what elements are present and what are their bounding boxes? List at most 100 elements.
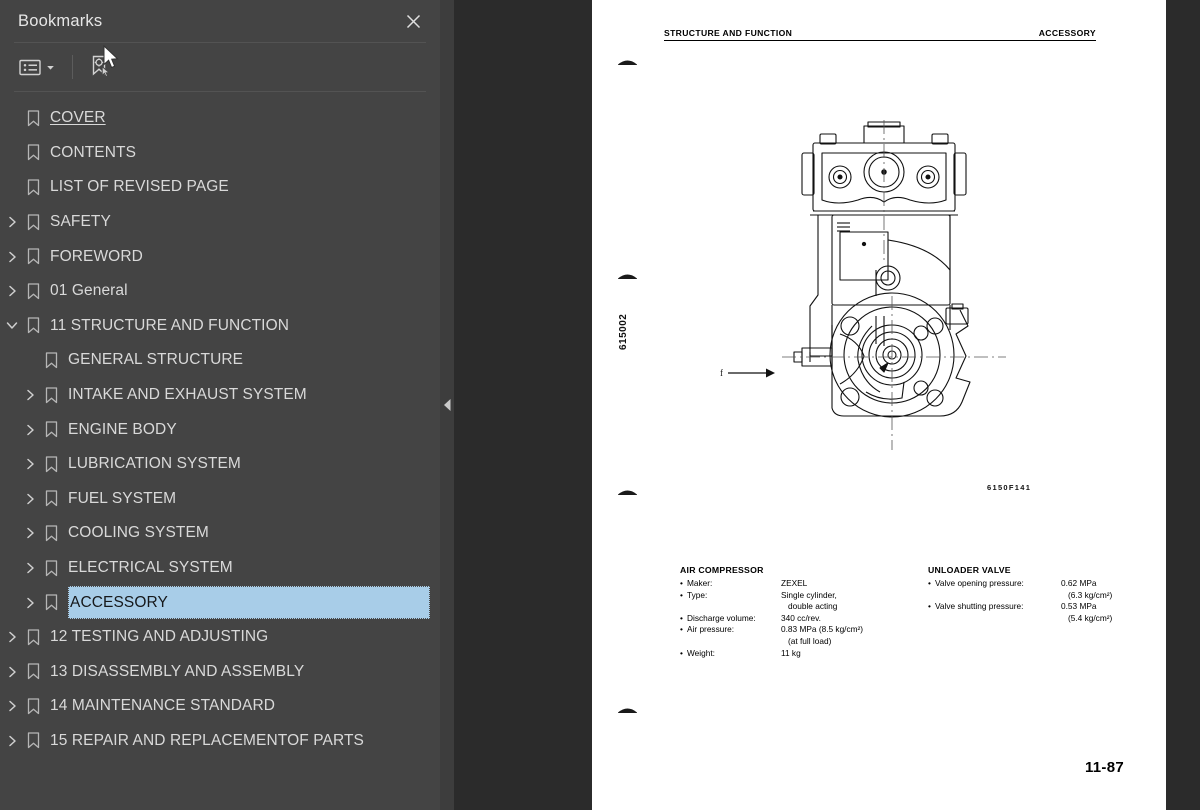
bookmark-item-01-general[interactable]: 01 General — [0, 274, 440, 309]
chevron-down-icon — [47, 65, 54, 70]
spec-bullet: • — [680, 647, 683, 658]
panel-title: Bookmarks — [18, 11, 103, 30]
bookmark-icon — [40, 525, 62, 542]
toolbar-separator — [72, 55, 73, 79]
bookmark-item-lubrication-system[interactable]: LUBRICATION SYSTEM — [0, 447, 440, 482]
spec-title: AIR COMPRESSOR — [680, 565, 764, 575]
bookmark-icon — [40, 386, 62, 404]
options-list-icon — [19, 59, 41, 75]
bookmark-label: COVER — [50, 109, 106, 127]
spec-row: (6.3 kg/cm²) — [928, 590, 1112, 602]
air-compressor-spec-block: AIR COMPRESSOR • Maker: ZEXEL • Type: Single … — [680, 565, 863, 659]
bookmark-item-engine-body[interactable]: ENGINE BODY — [0, 412, 440, 447]
bookmark-item-accessory[interactable]: ACCESSORY — [0, 585, 440, 620]
chevron-right-icon[interactable] — [20, 551, 40, 585]
panel-collapse-handle[interactable] — [440, 0, 454, 810]
spec-value: (at full load) — [788, 635, 832, 646]
bookmark-item-contents[interactable]: CONTENTS — [0, 136, 440, 171]
bookmark-icon — [22, 698, 44, 715]
spec-row: double acting — [680, 601, 863, 613]
spec-key: Weight: — [687, 647, 715, 658]
header-right-text: ACCESSORY — [1038, 28, 1096, 38]
bookmark-label: FUEL SYSTEM — [68, 489, 177, 507]
bookmark-icon — [22, 213, 44, 231]
chevron-right-icon[interactable] — [2, 274, 22, 308]
pdf-page: STRUCTURE AND FUNCTION ACCESSORY 615002 — [592, 0, 1166, 810]
spec-row: • Discharge volume: 340 cc/rev. — [680, 613, 863, 625]
close-panel-button[interactable] — [400, 8, 426, 34]
spec-key: Maker: — [687, 578, 713, 588]
bookmark-item-general-structure[interactable]: GENERAL STRUCTURE — [0, 343, 440, 378]
bookmark-item-foreword[interactable]: FOREWORD — [0, 239, 440, 274]
spec-row: • Valve opening pressure: 0.62 MPa — [928, 578, 1112, 590]
bookmark-icon — [22, 629, 44, 646]
margin-punch-mark — [618, 708, 637, 713]
margin-punch-mark — [618, 490, 637, 495]
spec-row: • Air pressure: 0.83 MPa (8.5 kg/cm²) — [680, 624, 863, 636]
chevron-right-icon[interactable] — [2, 724, 22, 758]
spec-bullet: • — [928, 601, 931, 612]
bookmark-item-safety[interactable]: SAFETY — [0, 205, 440, 240]
bookmarks-panel-header: Bookmarks — [0, 0, 440, 42]
spec-bullet — [928, 590, 935, 602]
spec-bullet: • — [680, 624, 683, 635]
current-bookmark-icon — [92, 55, 111, 78]
chevron-right-icon[interactable] — [2, 655, 22, 689]
bookmark-icon — [22, 663, 44, 680]
bookmark-icon — [40, 421, 62, 438]
current-bookmark-button[interactable] — [84, 51, 118, 83]
chevron-right-icon[interactable] — [20, 586, 40, 620]
chevron-down-icon[interactable] — [2, 309, 22, 343]
bookmark-item-intake-and-exhaust-system[interactable]: INTAKE AND EXHAUST SYSTEM — [0, 378, 440, 413]
chevron-right-icon[interactable] — [20, 516, 40, 550]
spec-bullet — [680, 636, 687, 648]
spec-value: (5.4 kg/cm²) — [1068, 612, 1113, 623]
spec-value: 0.53 MPa — [1061, 601, 1097, 612]
bookmark-label: ENGINE BODY — [68, 420, 177, 438]
bookmark-label: CONTENTS — [50, 143, 137, 161]
chevron-right-icon[interactable] — [20, 378, 40, 412]
spec-value: Single cylinder, — [781, 589, 837, 600]
spec-key — [935, 613, 1061, 625]
chevron-right-icon[interactable] — [2, 240, 22, 274]
bookmark-item-15-repair-and-replacementof-parts[interactable]: 15 REPAIR AND REPLACEMENTOF PARTS — [0, 724, 440, 759]
chevron-right-icon[interactable] — [20, 482, 40, 516]
bookmark-icon — [40, 594, 62, 611]
bookmark-label: COOLING SYSTEM — [68, 524, 209, 542]
header-rule — [664, 39, 1096, 42]
chevron-right-icon[interactable] — [20, 447, 40, 481]
pdf-viewer[interactable]: STRUCTURE AND FUNCTION ACCESSORY 615002 — [454, 0, 1200, 810]
chevron-right-icon[interactable] — [2, 620, 22, 654]
bookmark-item-cooling-system[interactable]: COOLING SYSTEM — [0, 516, 440, 551]
spec-row: • Weight: 11 kg — [680, 648, 863, 660]
spec-row: (5.4 kg/cm²) — [928, 613, 1112, 625]
close-icon — [406, 14, 420, 28]
bookmark-item-cover[interactable]: COVER — [0, 101, 440, 136]
bookmark-options-button[interactable] — [14, 51, 61, 83]
header-left-text: STRUCTURE AND FUNCTION — [664, 28, 793, 38]
spec-key: Air pressure: — [687, 624, 735, 635]
bookmark-item-11-structure-and-function[interactable]: 11 STRUCTURE AND FUNCTION — [0, 309, 440, 344]
bookmark-item-list-of-revised-page[interactable]: LIST OF REVISED PAGE — [0, 170, 440, 205]
bookmark-icon — [22, 317, 44, 334]
chevron-right-icon[interactable] — [2, 205, 22, 239]
bookmark-item-12-testing-and-adjusting[interactable]: 12 TESTING AND ADJUSTING — [0, 620, 440, 655]
bookmarks-panel: Bookmarks COVER CONTENTS LIST OF REVISED… — [0, 0, 440, 810]
spec-key: Type: — [687, 589, 708, 600]
bookmark-item-14-maintenance-standard[interactable]: 14 MAINTENANCE STANDARD — [0, 689, 440, 724]
bookmark-item-fuel-system[interactable]: FUEL SYSTEM — [0, 482, 440, 517]
unloader-valve-spec-block: UNLOADER VALVE • Valve opening pressure: 0… — [928, 565, 1112, 624]
document-header: STRUCTURE AND FUNCTION ACCESSORY — [664, 28, 1096, 42]
spec-key — [687, 601, 781, 613]
chevron-right-icon[interactable] — [20, 413, 40, 447]
spec-value: 340 cc/rev. — [781, 612, 821, 623]
spec-row: • Type: Single cylinder, — [680, 590, 863, 602]
margin-punch-mark — [618, 274, 637, 279]
bookmark-item-electrical-system[interactable]: ELECTRICAL SYSTEM — [0, 551, 440, 586]
chevron-right-icon[interactable] — [2, 689, 22, 723]
bookmark-item-13-disassembly-and-assembly[interactable]: 13 DISASSEMBLY AND ASSEMBLY — [0, 655, 440, 690]
viewer-right-backdrop — [1166, 0, 1200, 810]
